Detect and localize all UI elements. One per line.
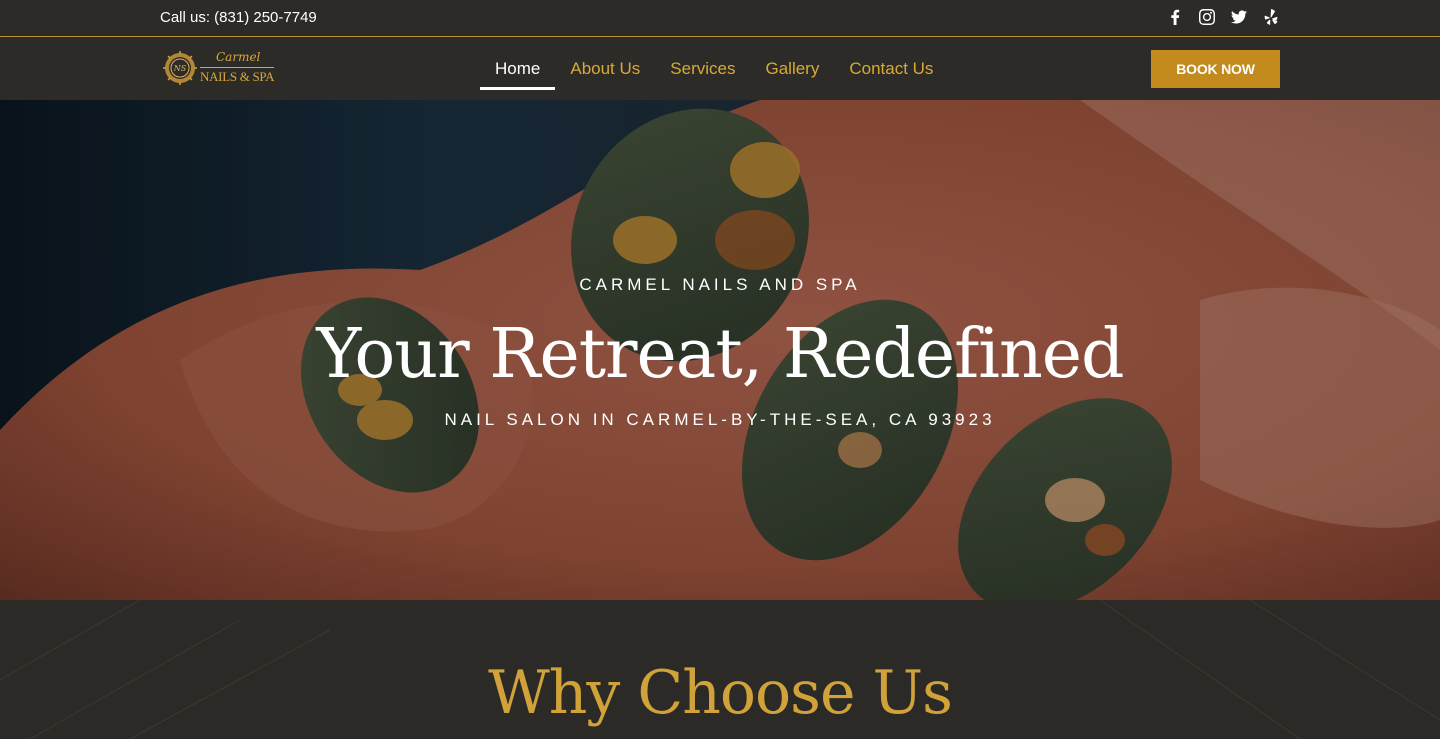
hero-title: Your Retreat, Redefined — [316, 315, 1124, 394]
yelp-icon[interactable] — [1262, 8, 1280, 26]
section-title: Why Choose Us — [488, 658, 953, 728]
nav-menu: Home About Us Services Gallery Contact U… — [480, 37, 948, 100]
nav-item-contact-us[interactable]: Contact Us — [834, 37, 948, 100]
social-links — [1166, 8, 1280, 26]
hero-eyebrow: CARMEL NAILS AND SPA — [579, 275, 861, 294]
svg-text:NS: NS — [173, 64, 187, 73]
instagram-icon[interactable] — [1198, 8, 1216, 26]
logo-wordmark: NAILS & SPA — [200, 67, 275, 84]
twitter-icon[interactable] — [1230, 8, 1248, 26]
nav-item-about-us[interactable]: About Us — [555, 37, 655, 100]
nav-item-services[interactable]: Services — [655, 37, 750, 100]
hero-banner: CARMEL NAILS AND SPA Your Retreat, Redef… — [0, 100, 1440, 600]
phone-number[interactable]: Call us: (831) 250-7749 — [160, 9, 317, 26]
nav-item-gallery[interactable]: Gallery — [750, 37, 834, 100]
facebook-icon[interactable] — [1166, 8, 1184, 26]
book-now-button[interactable]: BOOK NOW — [1151, 50, 1280, 88]
nav-item-home[interactable]: Home — [480, 37, 556, 100]
main-navigation: NS Carmel NAILS & SPA Home About Us Serv… — [0, 37, 1440, 100]
why-choose-us-section: Why Choose Us — [0, 600, 1440, 739]
hero-subtitle: NAIL SALON IN CARMEL-BY-THE-SEA, CA 9392… — [444, 410, 996, 429]
logo-script: Carmel — [216, 50, 261, 64]
top-bar: Call us: (831) 250-7749 — [0, 0, 1440, 37]
